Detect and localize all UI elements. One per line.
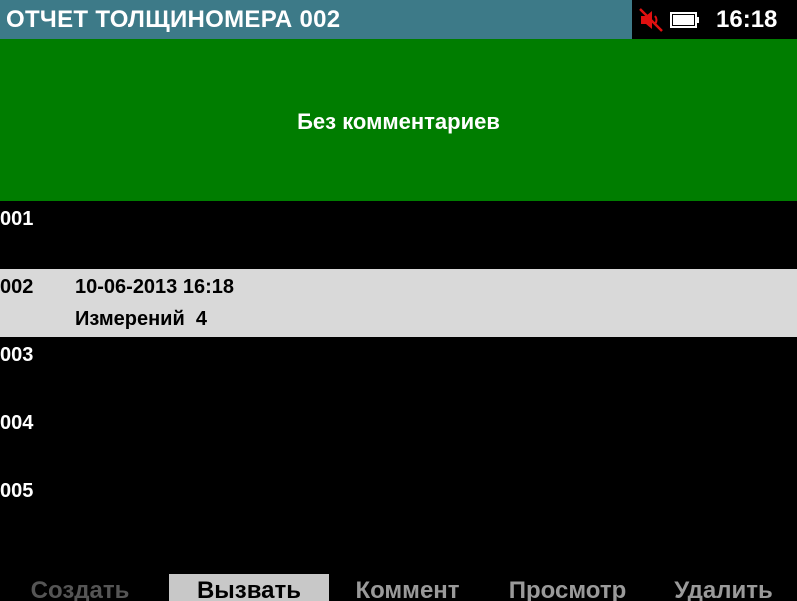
report-measurement-count: Измерений 4 (75, 308, 207, 330)
report-datetime: 10-06-2013 16:18 (75, 276, 235, 298)
report-number: 001 (0, 208, 34, 230)
report-number: 002 (0, 276, 34, 298)
speaker-muted-icon (639, 8, 663, 32)
view-button[interactable]: Просмотр (490, 574, 645, 601)
report-number: 005 (0, 480, 34, 502)
title-bar: ОТЧЕТ ТОЛЩИНОМЕРА 002 16:18 (0, 0, 797, 39)
screen-title: ОТЧЕТ ТОЛЩИНОМЕРА 002 (6, 6, 341, 33)
recall-button[interactable]: Вызвать (169, 574, 329, 601)
report-row-002[interactable]: 002 10-06-2013 16:18 Измерений 4 (0, 269, 797, 337)
report-row-005[interactable]: 005 (0, 473, 797, 541)
delete-button[interactable]: Удалить (650, 574, 797, 601)
status-area: 16:18 (632, 0, 797, 39)
softkey-bar: Создать Вызвать Коммент Просмотр Удалить (0, 574, 797, 601)
report-row-001[interactable]: 001 (0, 201, 797, 269)
comment-text: Без комментариев (297, 109, 500, 134)
report-row-004[interactable]: 004 (0, 405, 797, 473)
report-number: 004 (0, 412, 34, 434)
report-number: 003 (0, 344, 34, 366)
comment-button[interactable]: Коммент (330, 574, 485, 601)
report-row-003[interactable]: 003 (0, 337, 797, 405)
battery-icon (670, 12, 699, 28)
clock: 16:18 (716, 6, 778, 33)
create-button[interactable]: Создать (0, 574, 160, 601)
comment-panel: Без комментариев (0, 39, 797, 201)
